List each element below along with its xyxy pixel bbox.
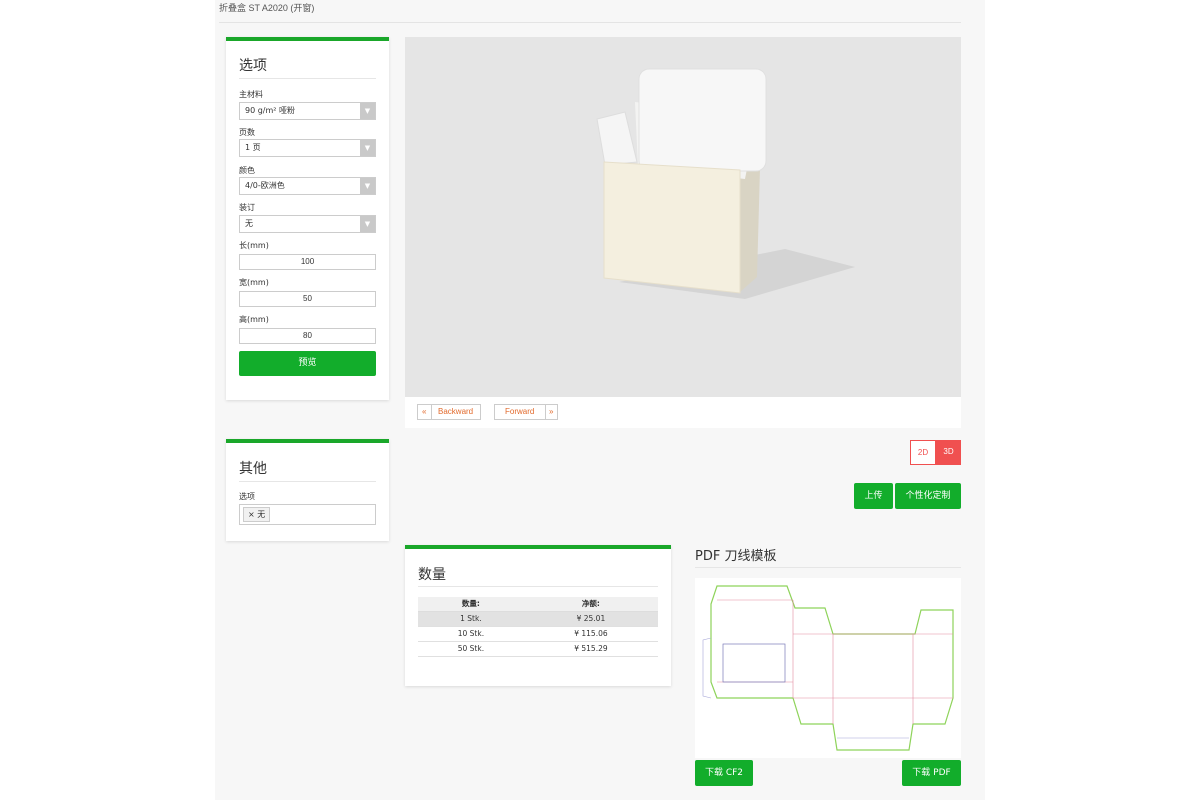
pdf-divider xyxy=(695,567,961,568)
width-input[interactable]: 50 xyxy=(239,291,376,307)
download-cf2-button[interactable]: 下载 CF2 xyxy=(695,760,753,786)
backward-button[interactable]: « Backward xyxy=(417,404,481,420)
options-divider xyxy=(239,78,376,79)
chevron-down-icon: ▼ xyxy=(360,178,375,194)
width-label: 宽(mm) xyxy=(239,278,269,287)
chevron-down-icon: ▼ xyxy=(360,103,375,119)
material-label: 主材料 xyxy=(239,90,263,99)
height-input[interactable]: 80 xyxy=(239,328,376,344)
box-3d-viewer[interactable] xyxy=(405,37,961,397)
row-price: ¥ 515.29 xyxy=(523,641,658,657)
backward-label: Backward xyxy=(438,407,474,416)
options-title: 选项 xyxy=(239,58,267,74)
binding-label: 装订 xyxy=(239,203,255,212)
material-select[interactable]: 90 g/m² 哑粉 ▼ xyxy=(239,102,376,120)
window-cutout xyxy=(722,643,786,683)
pdf-template-title: PDF 刀线模板 xyxy=(695,549,777,564)
breadcrumb: 折叠盒 ST A2020 (开窗) xyxy=(219,3,315,13)
table-row[interactable]: 50 Stk. ¥ 515.29 xyxy=(418,641,658,657)
viewer-nav-bar xyxy=(405,397,961,428)
row-price: ¥ 25.01 xyxy=(523,611,658,627)
toggle-3d[interactable]: 3D xyxy=(936,440,961,465)
price-table: 数量: 净额: 1 Stk. ¥ 25.01 10 Stk. ¥ 115.06 … xyxy=(418,597,658,657)
binding-value: 无 xyxy=(245,219,253,228)
header-divider xyxy=(219,22,961,23)
table-row[interactable]: 10 Stk. ¥ 115.06 xyxy=(418,626,658,642)
pages-select[interactable]: 1 页 ▼ xyxy=(239,139,376,157)
toggle-2d[interactable]: 2D xyxy=(910,440,936,465)
other-card xyxy=(226,439,389,541)
chevron-down-icon: ▼ xyxy=(360,216,375,232)
dieline-preview xyxy=(695,578,961,758)
divider xyxy=(545,405,546,419)
glue-flap xyxy=(702,637,712,699)
tag-remove-icon[interactable]: × xyxy=(248,510,255,519)
dieline-drawing xyxy=(702,585,954,751)
dieline-cut-path xyxy=(710,585,954,751)
download-pdf-button[interactable]: 下载 PDF xyxy=(902,760,961,786)
selected-tag: × 无 xyxy=(243,507,271,522)
forward-label: Forward xyxy=(505,407,535,416)
chevron-down-icon: ▼ xyxy=(360,140,375,156)
divider xyxy=(431,405,432,419)
row-price: ¥ 115.06 xyxy=(523,626,658,642)
material-value: 90 g/m² 哑粉 xyxy=(245,106,296,115)
row-quantity: 1 Stk. xyxy=(418,611,524,627)
box-front-panel xyxy=(603,161,741,294)
customize-button[interactable]: 个性化定制 xyxy=(895,483,961,509)
other-divider xyxy=(239,481,376,482)
length-input[interactable]: 100 xyxy=(239,254,376,270)
color-label: 颜色 xyxy=(239,166,255,175)
color-value: 4/0-欧洲色 xyxy=(245,181,285,190)
box-top-flap xyxy=(638,68,767,172)
preview-button[interactable]: 预览 xyxy=(239,351,376,376)
height-label: 高(mm) xyxy=(239,315,269,324)
chevron-left-icon: « xyxy=(422,407,427,416)
chevron-right-icon: » xyxy=(549,407,554,416)
tag-label: 无 xyxy=(257,510,266,519)
pages-value: 1 页 xyxy=(245,143,261,152)
box-3d-render xyxy=(596,68,855,299)
column-header-quantity: 数量: xyxy=(418,597,524,612)
table-header-row: 数量: 净额: xyxy=(418,597,658,612)
row-quantity: 10 Stk. xyxy=(418,626,524,642)
column-header-price: 净额: xyxy=(523,597,658,612)
table-row[interactable]: 1 Stk. ¥ 25.01 xyxy=(418,611,658,627)
upload-button[interactable]: 上传 xyxy=(854,483,893,509)
row-quantity: 50 Stk. xyxy=(418,641,524,657)
pages-label: 页数 xyxy=(239,128,255,137)
other-options-label: 选项 xyxy=(239,492,255,501)
quantity-title: 数量 xyxy=(418,567,446,583)
color-select[interactable]: 4/0-欧洲色 ▼ xyxy=(239,177,376,195)
length-label: 长(mm) xyxy=(239,241,269,250)
quantity-divider xyxy=(418,586,658,587)
binding-select[interactable]: 无 ▼ xyxy=(239,215,376,233)
other-title: 其他 xyxy=(239,461,267,477)
box-dust-flap xyxy=(596,111,638,166)
forward-button[interactable]: Forward » xyxy=(494,404,558,420)
